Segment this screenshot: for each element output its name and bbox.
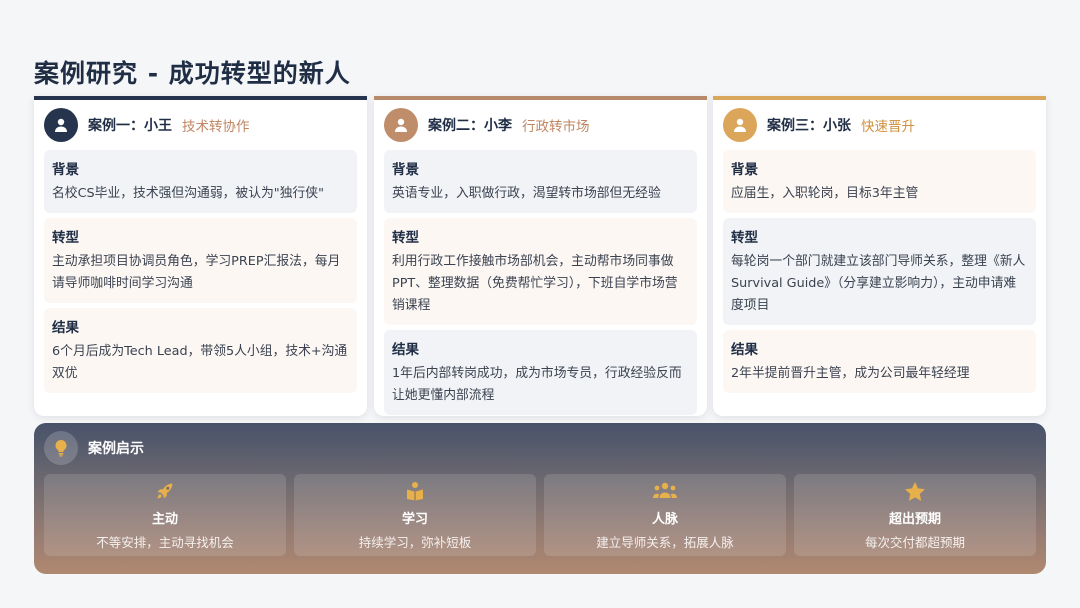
user-icon: [384, 108, 418, 142]
section-text: 利用行政工作接触市场部机会，主动帮市场同事做PPT、整理数据（免费帮忙学习），下…: [392, 254, 678, 313]
section-text: 2年半提前晋升主管，成为公司最年轻经理: [731, 366, 970, 381]
section-result: 结果 2年半提前晋升主管，成为公司最年轻经理: [723, 330, 1036, 393]
case-name: 案例一：小王: [88, 118, 172, 134]
section-label: 结果: [392, 342, 419, 358]
section-label: 转型: [392, 230, 419, 246]
section-background: 背景 名校CS毕业，技术强但沟通弱，被认为"独行侠": [44, 150, 357, 213]
case-cards: 案例一：小王 技术转协作 背景 名校CS毕业，技术强但沟通弱，被认为"独行侠" …: [34, 96, 1046, 416]
case-name: 案例三：小张: [767, 118, 851, 134]
insight-text: 不等安排，主动寻找机会: [96, 535, 234, 550]
section-result: 结果 6个月后成为Tech Lead，带领5人小组，技术+沟通双优: [44, 308, 357, 393]
user-icon: [723, 108, 757, 142]
section-transformation: 转型 利用行政工作接触市场部机会，主动帮市场同事做PPT、整理数据（免费帮忙学习…: [384, 218, 697, 325]
section-transformation: 转型 主动承担项目协调员角色，学习PREP汇报法，每月请导师咖啡时间学习沟通: [44, 218, 357, 303]
book-reader-icon: [294, 480, 536, 502]
star-icon: [794, 480, 1036, 502]
people-icon: [544, 480, 786, 502]
case-tag: 快速晋升: [861, 119, 915, 135]
section-label: 转型: [52, 230, 79, 246]
section-transformation: 转型 每轮岗一个部门就建立该部门导师关系，整理《新人Survival Guide…: [723, 218, 1036, 325]
section-result: 结果 1年后内部转岗成功，成为市场专员，行政经验反而让她更懂内部流程: [384, 330, 697, 415]
section-background: 背景 应届生，入职轮岗，目标3年主管: [723, 150, 1036, 213]
section-text: 名校CS毕业，技术强但沟通弱，被认为"独行侠": [52, 186, 324, 201]
rocket-icon: [44, 480, 286, 502]
section-label: 转型: [731, 230, 758, 246]
insight-item: 人脉 建立导师关系，拓展人脉: [544, 474, 786, 556]
section-text: 应届生，入职轮岗，目标3年主管: [731, 186, 919, 201]
section-label: 背景: [731, 162, 758, 178]
section-text: 6个月后成为Tech Lead，带领5人小组，技术+沟通双优: [52, 344, 348, 381]
case-card-3: 案例三：小张 快速晋升 背景 应届生，入职轮岗，目标3年主管 转型 每轮岗一个部…: [713, 96, 1046, 416]
case-card-2: 案例二：小李 行政转市场 背景 英语专业，入职做行政，渴望转市场部但无经验 转型…: [374, 96, 707, 416]
user-icon: [44, 108, 78, 142]
insight-label: 主动: [151, 512, 178, 527]
case-tag: 技术转协作: [182, 119, 250, 135]
section-label: 背景: [392, 162, 419, 178]
case-card-header: 案例一：小王 技术转协作: [44, 100, 357, 150]
section-text: 主动承担项目协调员角色，学习PREP汇报法，每月请导师咖啡时间学习沟通: [52, 254, 341, 291]
case-card-header: 案例二：小李 行政转市场: [384, 100, 697, 150]
section-label: 背景: [52, 162, 79, 178]
insights-title: 案例启示: [88, 441, 144, 457]
insights-panel: 案例启示 主动 不等安排，主动寻找机会 学习 持续学习，弥补短板 人脉 建立导师…: [34, 423, 1046, 574]
insight-label: 人脉: [651, 512, 678, 527]
section-background: 背景 英语专业，入职做行政，渴望转市场部但无经验: [384, 150, 697, 213]
section-label: 结果: [52, 320, 79, 336]
insights-header: 案例启示: [44, 423, 1036, 473]
insight-item: 超出预期 每次交付都超预期: [794, 474, 1036, 556]
case-card-header: 案例三：小张 快速晋升: [723, 100, 1036, 150]
insight-label: 超出预期: [888, 512, 941, 527]
insight-label: 学习: [401, 512, 428, 527]
section-text: 每轮岗一个部门就建立该部门导师关系，整理《新人Survival Guide》（分…: [731, 254, 1026, 313]
section-text: 英语专业，入职做行政，渴望转市场部但无经验: [392, 186, 661, 201]
case-tag: 行政转市场: [522, 119, 590, 135]
insight-text: 持续学习，弥补短板: [358, 535, 472, 550]
insight-item: 学习 持续学习，弥补短板: [294, 474, 536, 556]
insight-item: 主动 不等安排，主动寻找机会: [44, 474, 286, 556]
section-text: 1年后内部转岗成功，成为市场专员，行政经验反而让她更懂内部流程: [392, 366, 682, 403]
lightbulb-icon: [44, 431, 78, 465]
case-card-1: 案例一：小王 技术转协作 背景 名校CS毕业，技术强但沟通弱，被认为"独行侠" …: [34, 96, 367, 416]
case-name: 案例二：小李: [428, 118, 512, 134]
section-label: 结果: [731, 342, 758, 358]
insight-text: 建立导师关系，拓展人脉: [596, 535, 734, 550]
insight-text: 每次交付都超预期: [864, 535, 965, 550]
page-title: 案例研究 - 成功转型的新人: [34, 59, 351, 88]
insights-list: 主动 不等安排，主动寻找机会 学习 持续学习，弥补短板 人脉 建立导师关系，拓展…: [44, 474, 1036, 556]
